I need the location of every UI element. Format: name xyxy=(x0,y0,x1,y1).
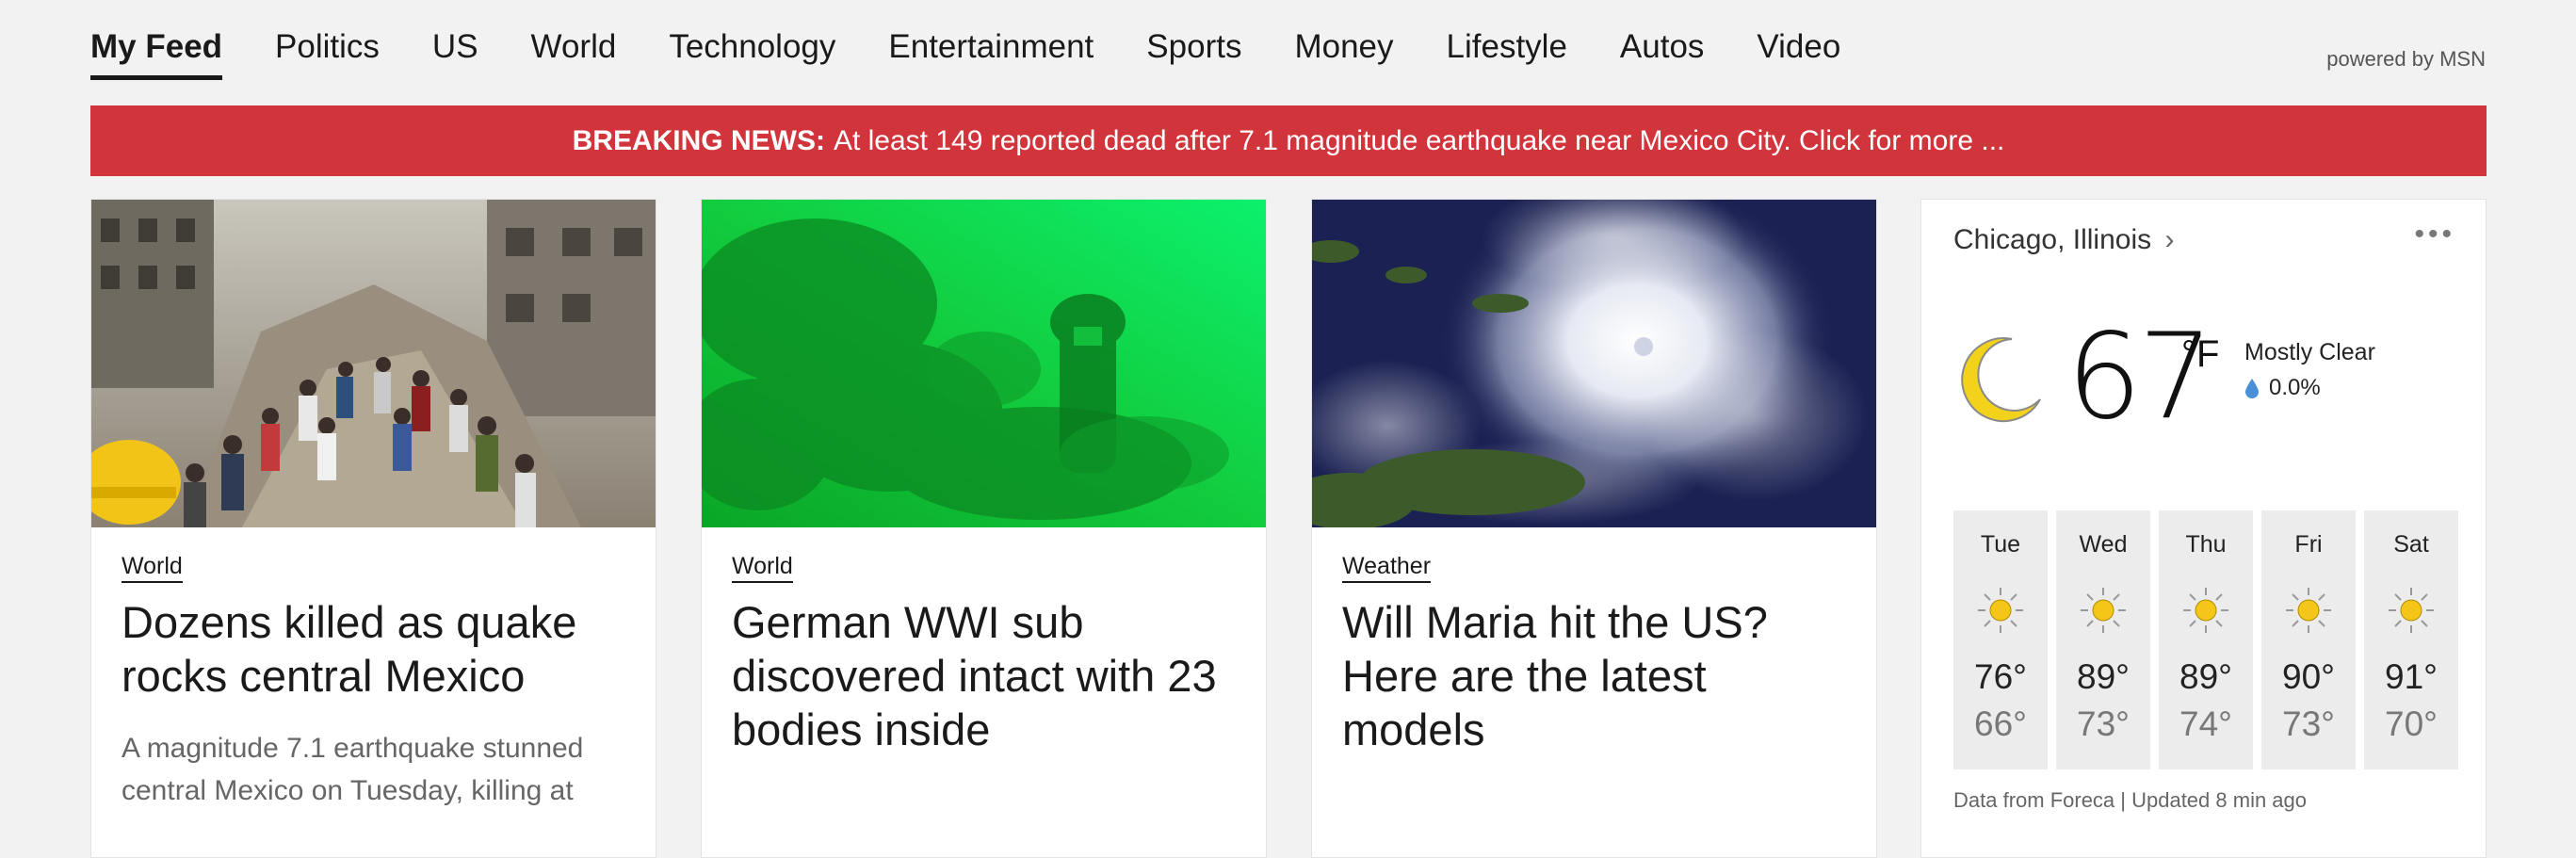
forecast-day-name: Wed xyxy=(2079,531,2128,558)
moon-icon xyxy=(1961,337,2041,423)
forecast-low: 66° xyxy=(1974,704,2027,743)
forecast-day[interactable]: Tue 76° 66° xyxy=(1953,510,2048,769)
weather-footer[interactable]: Data from Foreca | Updated 8 min ago xyxy=(1953,788,2307,813)
news-card-submarine[interactable]: World German WWI sub discovered intact w… xyxy=(701,199,1267,858)
sun-icon xyxy=(2183,588,2228,633)
forecast-day-name: Sat xyxy=(2393,531,2429,558)
forecast-day[interactable]: Wed 89° 73° xyxy=(2056,510,2150,769)
nav-world[interactable]: World xyxy=(531,28,617,75)
nav-entertainment[interactable]: Entertainment xyxy=(888,28,1094,75)
nav-money[interactable]: Money xyxy=(1294,28,1393,75)
forecast-day[interactable]: Fri 90° 73° xyxy=(2261,510,2356,769)
chevron-right-icon: › xyxy=(2164,224,2175,255)
hurricane-satellite-image xyxy=(1312,200,1876,527)
nav-autos[interactable]: Autos xyxy=(1620,28,1705,75)
sun-icon xyxy=(2389,588,2434,633)
forecast-high: 89° xyxy=(2179,657,2232,696)
forecast-high: 89° xyxy=(2077,657,2130,696)
forecast-low: 70° xyxy=(2385,704,2438,743)
news-card-hurricane[interactable]: Weather Will Maria hit the US? Here are … xyxy=(1311,199,1877,858)
breaking-news-banner[interactable]: BREAKING NEWS: At least 149 reported dea… xyxy=(90,105,2487,176)
forecast-low: 73° xyxy=(2282,704,2335,743)
underwater-sub-image xyxy=(702,200,1266,527)
forecast-high: 91° xyxy=(2385,657,2438,696)
top-nav: My Feed Politics US World Technology Ent… xyxy=(90,28,1893,92)
forecast-low: 73° xyxy=(2077,704,2130,743)
card-title[interactable]: German WWI sub discovered intact with 23… xyxy=(732,595,1240,756)
quake-rescue-image xyxy=(91,200,656,527)
current-temperature: 67 xyxy=(2066,307,2213,445)
breaking-news-label: BREAKING NEWS: xyxy=(572,124,825,156)
forecast-low: 74° xyxy=(2179,704,2232,743)
weather-widget: Chicago, Illinois › ••• 67 °F Mostly Cle… xyxy=(1920,199,2487,858)
forecast-day-name: Thu xyxy=(2185,531,2227,558)
precipitation-value: 0.0% xyxy=(2269,375,2321,400)
card-description: A magnitude 7.1 earthquake stunned centr… xyxy=(122,733,584,806)
nav-my-feed[interactable]: My Feed xyxy=(90,28,223,80)
card-category[interactable]: World xyxy=(732,553,793,583)
nav-us[interactable]: US xyxy=(432,28,478,75)
forecast-day[interactable]: Thu 89° 74° xyxy=(2159,510,2253,769)
daily-forecast: Tue 76° 66° Wed 89° 73° Thu 89° 74° Fri … xyxy=(1953,510,2458,769)
card-category[interactable]: World xyxy=(122,553,183,583)
forecast-day-name: Tue xyxy=(1980,531,2021,558)
forecast-high: 90° xyxy=(2282,657,2335,696)
nav-technology[interactable]: Technology xyxy=(669,28,835,75)
forecast-high: 76° xyxy=(1974,657,2027,696)
card-category[interactable]: Weather xyxy=(1342,553,1432,583)
breaking-news-text: At least 149 reported dead after 7.1 mag… xyxy=(833,124,2005,156)
precipitation: 0.0% xyxy=(2244,375,2321,401)
nav-video[interactable]: Video xyxy=(1757,28,1840,75)
nav-politics[interactable]: Politics xyxy=(275,28,380,75)
news-card-quake[interactable]: World Dozens killed as quake rocks centr… xyxy=(90,199,656,858)
weather-location-name: Chicago, Illinois xyxy=(1953,224,2152,255)
nav-sports[interactable]: Sports xyxy=(1146,28,1241,75)
weather-condition: Mostly Clear xyxy=(2244,339,2375,365)
more-options-icon[interactable]: ••• xyxy=(2414,219,2455,251)
powered-by-label: powered by MSN xyxy=(2326,47,2486,71)
sun-icon xyxy=(2286,588,2331,633)
raindrop-icon xyxy=(2245,379,2259,398)
weather-location[interactable]: Chicago, Illinois › xyxy=(1953,224,2174,256)
forecast-day[interactable]: Sat 91° 70° xyxy=(2364,510,2458,769)
sun-icon xyxy=(2081,588,2126,633)
temperature-unit[interactable]: °F xyxy=(2181,333,2219,376)
nav-lifestyle[interactable]: Lifestyle xyxy=(1447,28,1567,75)
card-title[interactable]: Will Maria hit the US? Here are the late… xyxy=(1342,595,1851,756)
sun-icon xyxy=(1978,588,2023,633)
forecast-day-name: Fri xyxy=(2294,531,2323,558)
card-title[interactable]: Dozens killed as quake rocks central Mex… xyxy=(122,595,630,703)
